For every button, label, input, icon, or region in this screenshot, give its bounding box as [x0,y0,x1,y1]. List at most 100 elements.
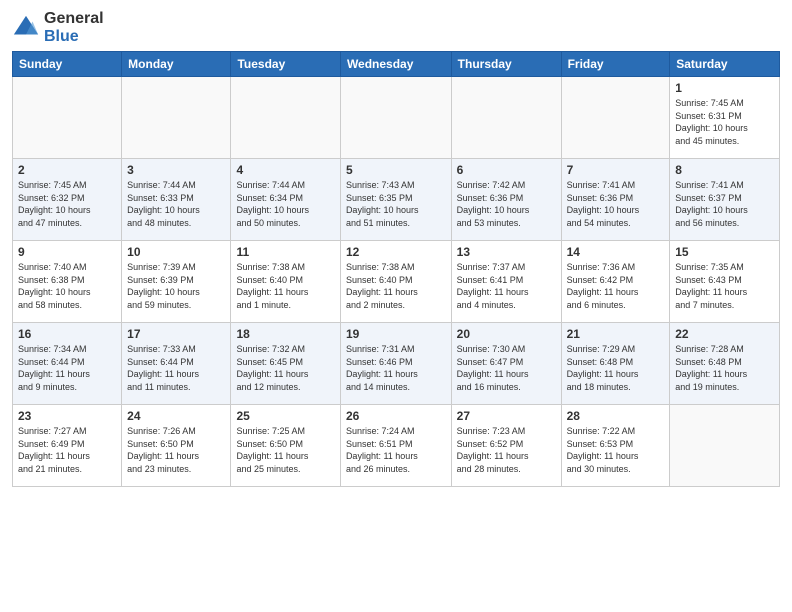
calendar-cell: 26 Sunrise: 7:24 AM Sunset: 6:51 PM Dayli… [340,405,451,487]
day-number: 26 [346,409,446,423]
day-number: 17 [127,327,225,341]
day-number: 4 [236,163,334,177]
calendar-cell: 13 Sunrise: 7:37 AM Sunset: 6:41 PM Dayli… [451,241,561,323]
day-number: 19 [346,327,446,341]
day-info: Sunrise: 7:31 AM Sunset: 6:46 PM Dayligh… [346,343,446,393]
day-info: Sunrise: 7:22 AM Sunset: 6:53 PM Dayligh… [567,425,665,475]
calendar-cell: 8 Sunrise: 7:41 AM Sunset: 6:37 PM Daylig… [670,159,780,241]
day-number: 18 [236,327,334,341]
calendar-cell: 5 Sunrise: 7:43 AM Sunset: 6:35 PM Daylig… [340,159,451,241]
day-info: Sunrise: 7:41 AM Sunset: 6:37 PM Dayligh… [675,179,774,229]
day-number: 14 [567,245,665,259]
day-info: Sunrise: 7:23 AM Sunset: 6:52 PM Dayligh… [457,425,556,475]
day-number: 12 [346,245,446,259]
page-container: General Blue SundayMondayTuesdayWednesda… [0,0,792,495]
calendar-cell [13,77,122,159]
calendar-week-4: 16 Sunrise: 7:34 AM Sunset: 6:44 PM Dayli… [13,323,780,405]
day-number: 5 [346,163,446,177]
day-number: 3 [127,163,225,177]
col-header-tuesday: Tuesday [231,52,340,77]
day-info: Sunrise: 7:33 AM Sunset: 6:44 PM Dayligh… [127,343,225,393]
day-number: 22 [675,327,774,341]
day-info: Sunrise: 7:45 AM Sunset: 6:32 PM Dayligh… [18,179,116,229]
calendar-cell: 14 Sunrise: 7:36 AM Sunset: 6:42 PM Dayli… [561,241,670,323]
day-info: Sunrise: 7:34 AM Sunset: 6:44 PM Dayligh… [18,343,116,393]
day-number: 8 [675,163,774,177]
calendar-cell: 9 Sunrise: 7:40 AM Sunset: 6:38 PM Daylig… [13,241,122,323]
day-info: Sunrise: 7:37 AM Sunset: 6:41 PM Dayligh… [457,261,556,311]
day-info: Sunrise: 7:36 AM Sunset: 6:42 PM Dayligh… [567,261,665,311]
calendar-week-5: 23 Sunrise: 7:27 AM Sunset: 6:49 PM Dayli… [13,405,780,487]
calendar-cell [340,77,451,159]
calendar-cell: 19 Sunrise: 7:31 AM Sunset: 6:46 PM Dayli… [340,323,451,405]
day-info: Sunrise: 7:45 AM Sunset: 6:31 PM Dayligh… [675,97,774,147]
col-header-saturday: Saturday [670,52,780,77]
calendar-cell: 6 Sunrise: 7:42 AM Sunset: 6:36 PM Daylig… [451,159,561,241]
calendar-cell: 24 Sunrise: 7:26 AM Sunset: 6:50 PM Dayli… [122,405,231,487]
calendar-header-row: SundayMondayTuesdayWednesdayThursdayFrid… [13,52,780,77]
logo-icon [12,14,40,42]
day-number: 23 [18,409,116,423]
day-number: 21 [567,327,665,341]
day-number: 24 [127,409,225,423]
day-info: Sunrise: 7:38 AM Sunset: 6:40 PM Dayligh… [346,261,446,311]
day-info: Sunrise: 7:43 AM Sunset: 6:35 PM Dayligh… [346,179,446,229]
calendar-cell: 18Sunrise: 7:32 AM Sunset: 6:45 PM Dayli… [231,323,340,405]
day-number: 9 [18,245,116,259]
day-number: 28 [567,409,665,423]
day-info: Sunrise: 7:38 AM Sunset: 6:40 PM Dayligh… [236,261,334,311]
day-number: 25 [236,409,334,423]
day-number: 15 [675,245,774,259]
col-header-friday: Friday [561,52,670,77]
calendar-cell: 15 Sunrise: 7:35 AM Sunset: 6:43 PM Dayli… [670,241,780,323]
day-info: Sunrise: 7:44 AM Sunset: 6:34 PM Dayligh… [236,179,334,229]
calendar-cell: 2 Sunrise: 7:45 AM Sunset: 6:32 PM Daylig… [13,159,122,241]
day-info: Sunrise: 7:41 AM Sunset: 6:36 PM Dayligh… [567,179,665,229]
day-number: 10 [127,245,225,259]
day-number: 1 [675,81,774,95]
day-number: 11 [236,245,334,259]
calendar-cell [451,77,561,159]
calendar-cell: 11 Sunrise: 7:38 AM Sunset: 6:40 PM Dayli… [231,241,340,323]
day-number: 27 [457,409,556,423]
calendar-cell: 16 Sunrise: 7:34 AM Sunset: 6:44 PM Dayli… [13,323,122,405]
calendar-cell: 4 Sunrise: 7:44 AM Sunset: 6:34 PM Daylig… [231,159,340,241]
day-info: Sunrise: 7:24 AM Sunset: 6:51 PM Dayligh… [346,425,446,475]
calendar-week-1: 1 Sunrise: 7:45 AM Sunset: 6:31 PM Daylig… [13,77,780,159]
col-header-sunday: Sunday [13,52,122,77]
calendar-cell [561,77,670,159]
day-info: Sunrise: 7:40 AM Sunset: 6:38 PM Dayligh… [18,261,116,311]
day-info: Sunrise: 7:26 AM Sunset: 6:50 PM Dayligh… [127,425,225,475]
day-info: Sunrise: 7:30 AM Sunset: 6:47 PM Dayligh… [457,343,556,393]
col-header-wednesday: Wednesday [340,52,451,77]
day-info: Sunrise: 7:39 AM Sunset: 6:39 PM Dayligh… [127,261,225,311]
day-info: Sunrise: 7:25 AM Sunset: 6:50 PM Dayligh… [236,425,334,475]
calendar-cell: 28 Sunrise: 7:22 AM Sunset: 6:53 PM Dayli… [561,405,670,487]
day-number: 6 [457,163,556,177]
calendar-cell: 23 Sunrise: 7:27 AM Sunset: 6:49 PM Dayli… [13,405,122,487]
calendar-cell: 25 Sunrise: 7:25 AM Sunset: 6:50 PM Dayli… [231,405,340,487]
calendar-cell: 27 Sunrise: 7:23 AM Sunset: 6:52 PM Dayli… [451,405,561,487]
logo: General Blue [12,10,104,45]
calendar-cell: 12 Sunrise: 7:38 AM Sunset: 6:40 PM Dayli… [340,241,451,323]
calendar-cell: 1 Sunrise: 7:45 AM Sunset: 6:31 PM Daylig… [670,77,780,159]
calendar-cell: 3 Sunrise: 7:44 AM Sunset: 6:33 PM Daylig… [122,159,231,241]
day-info: Sunrise: 7:35 AM Sunset: 6:43 PM Dayligh… [675,261,774,311]
calendar-cell: 10 Sunrise: 7:39 AM Sunset: 6:39 PM Dayli… [122,241,231,323]
day-info: Sunrise: 7:27 AM Sunset: 6:49 PM Dayligh… [18,425,116,475]
day-number: 7 [567,163,665,177]
day-number: 16 [18,327,116,341]
calendar-table: SundayMondayTuesdayWednesdayThursdayFrid… [12,51,780,487]
header: General Blue [12,10,780,45]
day-info: Sunrise: 7:42 AM Sunset: 6:36 PM Dayligh… [457,179,556,229]
day-number: 13 [457,245,556,259]
col-header-monday: Monday [122,52,231,77]
day-number: 2 [18,163,116,177]
day-info: Sunrise: 7:29 AM Sunset: 6:48 PM Dayligh… [567,343,665,393]
calendar-cell: 17 Sunrise: 7:33 AM Sunset: 6:44 PM Dayli… [122,323,231,405]
day-number: 20 [457,327,556,341]
calendar-cell [670,405,780,487]
calendar-cell: 7 Sunrise: 7:41 AM Sunset: 6:36 PM Daylig… [561,159,670,241]
day-info: Sunrise: 7:28 AM Sunset: 6:48 PM Dayligh… [675,343,774,393]
day-info: Sunrise: 7:44 AM Sunset: 6:33 PM Dayligh… [127,179,225,229]
